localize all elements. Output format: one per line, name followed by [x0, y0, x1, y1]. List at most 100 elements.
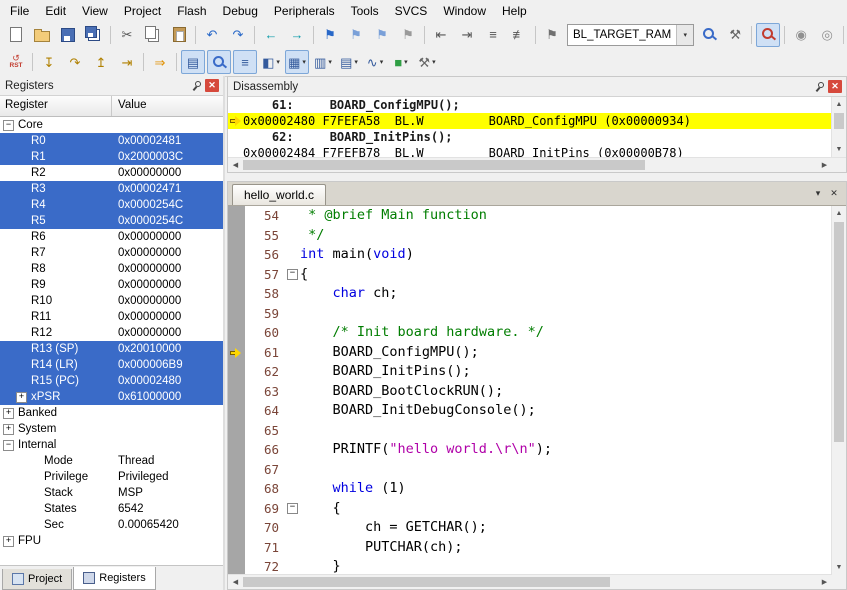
copy-button[interactable]: [141, 23, 165, 47]
scroll-left-icon[interactable]: ◀: [228, 575, 243, 589]
collapse-icon[interactable]: −: [3, 440, 14, 451]
register-row[interactable]: R15 (PC)0x00002480: [0, 373, 223, 389]
configure-tools-button[interactable]: ⚒: [723, 23, 747, 47]
undo-button[interactable]: ↶: [200, 23, 224, 47]
fold-collapse-icon[interactable]: −: [287, 503, 298, 514]
navigate-forward-button[interactable]: →: [285, 23, 309, 47]
register-row[interactable]: R30x00002471: [0, 181, 223, 197]
register-row[interactable]: Sec0.00065420: [0, 517, 223, 533]
register-row[interactable]: R13 (SP)0x20010000: [0, 341, 223, 357]
editor-line[interactable]: 59: [228, 304, 832, 324]
editor-line[interactable]: 61 BOARD_ConfigMPU();: [228, 343, 832, 363]
pin-button[interactable]: [811, 80, 826, 94]
editor-line[interactable]: 58 char ch;: [228, 284, 832, 304]
editor-line[interactable]: 63 BOARD_BootClockRUN();: [228, 382, 832, 402]
scroll-up-icon[interactable]: ▲: [832, 97, 846, 112]
uncomment-selection-button[interactable]: ≢: [507, 23, 531, 47]
editor-line[interactable]: 60 /* Init board hardware. */: [228, 323, 832, 343]
tab-registers[interactable]: Registers: [73, 567, 155, 590]
unindent-button[interactable]: ⇤: [429, 23, 453, 47]
editor-line[interactable]: 56int main(void): [228, 245, 832, 265]
register-row[interactable]: PrivilegePrivileged: [0, 469, 223, 485]
editor-line[interactable]: 68 while (1): [228, 479, 832, 499]
editor-horizontal-scrollbar[interactable]: ◀ ▶: [228, 574, 832, 589]
register-row[interactable]: +xPSR0x61000000: [0, 389, 223, 405]
scroll-up-icon[interactable]: ▲: [832, 206, 846, 221]
register-row[interactable]: R110x00000000: [0, 309, 223, 325]
code-area[interactable]: 54 * @brief Main function55 */56int main…: [228, 206, 832, 575]
scrollbar-thumb[interactable]: [243, 577, 610, 587]
system-viewer-button[interactable]: ■▾: [389, 50, 413, 74]
menu-help[interactable]: Help: [494, 1, 535, 21]
register-row[interactable]: States6542: [0, 501, 223, 517]
cut-button[interactable]: ✂: [115, 23, 139, 47]
serial-window-button[interactable]: ▤▾: [337, 50, 361, 74]
register-row[interactable]: ModeThread: [0, 453, 223, 469]
pin-button[interactable]: [188, 79, 203, 93]
editor-line[interactable]: 62 BOARD_InitPins();: [228, 362, 832, 382]
menu-tools[interactable]: Tools: [343, 1, 387, 21]
register-row[interactable]: −Core: [0, 117, 223, 133]
register-row[interactable]: +Banked: [0, 405, 223, 421]
find-in-files-button[interactable]: [697, 23, 721, 47]
editor-line[interactable]: 64 BOARD_InitDebugConsole();: [228, 401, 832, 421]
step-over-button[interactable]: ↷: [63, 50, 87, 74]
insert-breakpoint-button[interactable]: ◉: [789, 23, 813, 47]
editor-line[interactable]: 65: [228, 421, 832, 441]
open-file-button[interactable]: [30, 23, 54, 47]
editor-vertical-scrollbar[interactable]: ▲ ▼: [831, 206, 846, 575]
register-row[interactable]: R14 (LR)0x000006B9: [0, 357, 223, 373]
save-all-button[interactable]: [82, 23, 106, 47]
close-button[interactable]: ✕: [828, 80, 842, 93]
register-row[interactable]: R90x00000000: [0, 277, 223, 293]
tab-list-dropdown-icon[interactable]: ▾: [810, 186, 826, 202]
scroll-right-icon[interactable]: ▶: [817, 158, 832, 172]
disassembly-line[interactable]: 61: BOARD_ConfigMPU();: [228, 97, 832, 113]
editor-line[interactable]: 70 ch = GETCHAR();: [228, 518, 832, 538]
target-flag-button[interactable]: ⚑: [540, 23, 564, 47]
performance-analyzer-button[interactable]: ◧▾: [259, 50, 283, 74]
expand-icon[interactable]: +: [3, 408, 14, 419]
register-row[interactable]: R40x0000254C: [0, 197, 223, 213]
close-button[interactable]: ✕: [205, 79, 219, 92]
scroll-right-icon[interactable]: ▶: [817, 575, 832, 589]
bookmark-next-button[interactable]: ⚑: [370, 23, 394, 47]
editor-line[interactable]: 66 PRINTF("hello world.\r\n");: [228, 440, 832, 460]
register-row[interactable]: +System: [0, 421, 223, 437]
new-file-button[interactable]: [4, 23, 28, 47]
scrollbar-track[interactable]: [243, 158, 817, 172]
disassembly-horizontal-scrollbar[interactable]: ◀ ▶: [228, 157, 846, 172]
debug-toolbox-button[interactable]: ⚒▾: [415, 50, 439, 74]
register-row[interactable]: R70x00000000: [0, 245, 223, 261]
menu-view[interactable]: View: [74, 1, 116, 21]
run-button[interactable]: ⇒: [148, 50, 172, 74]
register-row[interactable]: R120x00000000: [0, 325, 223, 341]
scrollbar-thumb[interactable]: [834, 222, 844, 442]
tab-project[interactable]: Project: [2, 569, 72, 590]
editor-line[interactable]: 69− {: [228, 499, 832, 519]
column-header-register[interactable]: Register: [0, 96, 112, 116]
memory-window-button[interactable]: ▦▾: [285, 50, 309, 74]
scroll-down-icon[interactable]: ▼: [832, 142, 846, 157]
menu-flash[interactable]: Flash: [169, 1, 214, 21]
editor-line[interactable]: 54 * @brief Main function: [228, 206, 832, 226]
bookmark-clear-all-button[interactable]: ⚑: [396, 23, 420, 47]
menu-window[interactable]: Window: [435, 1, 494, 21]
scroll-left-icon[interactable]: ◀: [228, 158, 243, 172]
tab-hello-world-c[interactable]: hello_world.c: [232, 184, 326, 205]
expand-icon[interactable]: +: [3, 424, 14, 435]
editor-line[interactable]: 67: [228, 460, 832, 480]
watch-window-button[interactable]: ▥▾: [311, 50, 335, 74]
scrollbar-track[interactable]: [243, 575, 817, 589]
register-row[interactable]: +FPU: [0, 533, 223, 549]
target-select[interactable]: BL_TARGET_RAM▾: [567, 24, 694, 46]
indent-button[interactable]: ⇥: [455, 23, 479, 47]
register-row[interactable]: R00x00002481: [0, 133, 223, 149]
expand-icon[interactable]: +: [16, 392, 27, 403]
expand-icon[interactable]: +: [3, 536, 14, 547]
register-row[interactable]: R20x00000000: [0, 165, 223, 181]
editor-line[interactable]: 55 */: [228, 226, 832, 246]
menu-file[interactable]: File: [2, 1, 37, 21]
scroll-down-icon[interactable]: ▼: [832, 560, 846, 575]
comment-selection-button[interactable]: ≡: [481, 23, 505, 47]
